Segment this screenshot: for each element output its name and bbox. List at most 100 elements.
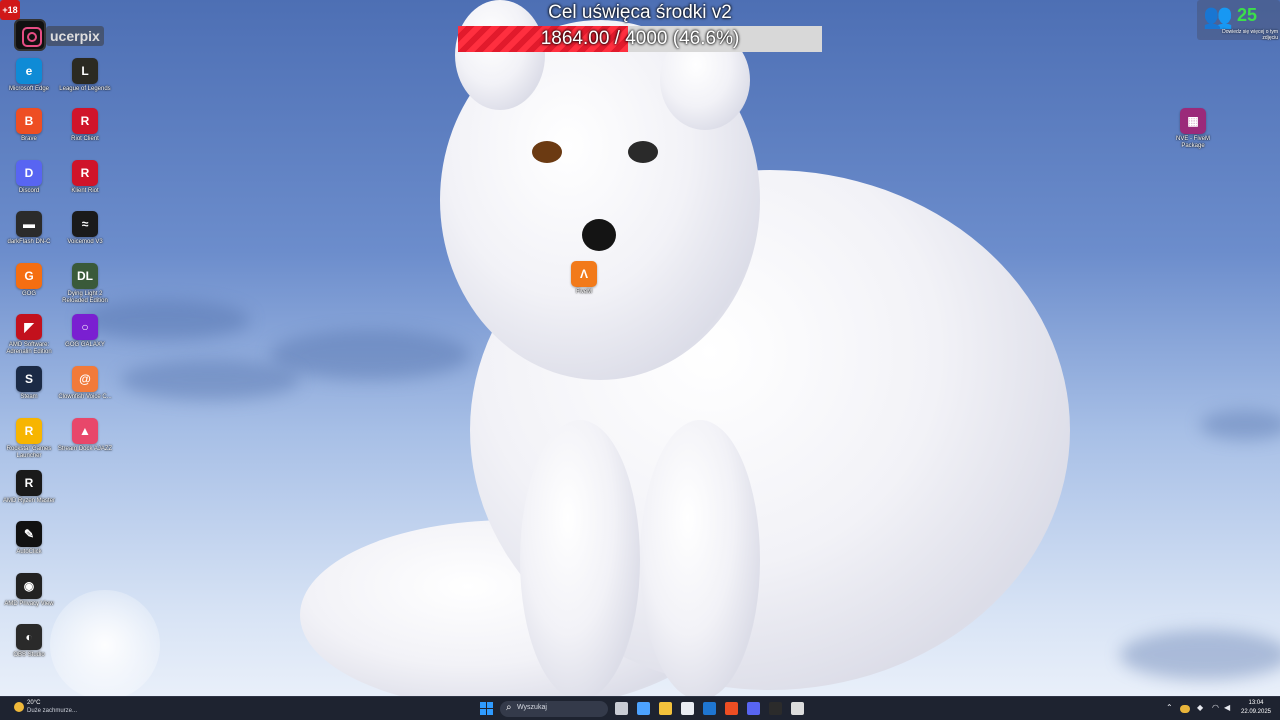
- clock-date: 22.09.2025: [1240, 709, 1272, 715]
- desktop-icon-label: darkFlash DN-C: [7, 239, 51, 245]
- snow-shadow: [270, 330, 470, 380]
- desktop-icon-amd-privacy-view[interactable]: ◉ AMD Privacy View: [1, 573, 57, 608]
- desktop-wallpaper: [0, 0, 1280, 696]
- amd-privacy-view-icon: ◉: [16, 573, 42, 599]
- desktop-icon-darkflash[interactable]: ▬ darkFlash DN-C: [1, 211, 57, 246]
- desktop-icon-label: GOG GALAXY: [65, 342, 105, 348]
- ryzen-master-icon: R: [16, 470, 42, 496]
- tray-app-icon[interactable]: ◆: [1197, 702, 1203, 714]
- desktop-icon-label: OBS Studio: [13, 652, 45, 658]
- discord-icon: D: [16, 160, 42, 186]
- search-placeholder: Wyszukaj: [517, 704, 547, 711]
- desktop-icon-voicemod[interactable]: ≈ Voicemod V3: [57, 211, 113, 246]
- taskbar-copilot-icon[interactable]: [637, 702, 650, 715]
- desktop-icon-obs-studio[interactable]: ◐ OBS Studio: [1, 624, 57, 659]
- streamer-handle: ucerpix: [46, 26, 104, 46]
- windows-logo-icon: [480, 709, 486, 715]
- taskbar-terminal-icon[interactable]: [769, 702, 782, 715]
- desktop-icon-stream-dock[interactable]: ▲ Stream Dock AJAZZ: [57, 418, 113, 453]
- riot-client-icon: R: [72, 108, 98, 134]
- clock-time: 13:04: [1248, 700, 1264, 706]
- steam-icon: S: [16, 366, 42, 392]
- desktop-icon-riot-client[interactable]: R Riot Client: [57, 108, 113, 143]
- desktop-icon-microsoft-edge[interactable]: e Microsoft Edge: [1, 58, 57, 93]
- snow-glow: [50, 590, 160, 696]
- klient-riot-icon: R: [72, 160, 98, 186]
- dying-light-icon: DL: [72, 263, 98, 289]
- taskbar-clock[interactable]: 13:04 22.09.2025: [1236, 699, 1276, 717]
- desktop-icon-label: NVE - FiveM Package: [1175, 136, 1210, 149]
- taskbar-file-explorer-icon[interactable]: [659, 702, 672, 715]
- taskbar-outlook-icon[interactable]: [703, 702, 716, 715]
- desktop-icon-label: Rockstar Games Launcher: [6, 446, 52, 459]
- desktop-icon-label: AutoClick: [16, 549, 42, 555]
- desktop-icon-label: Riot Client: [71, 136, 99, 142]
- desktop-icon-autoclick[interactable]: ✎ AutoClick: [1, 521, 57, 556]
- chevron-up-icon[interactable]: ⌃: [1166, 702, 1173, 714]
- wifi-icon[interactable]: ◠: [1212, 702, 1219, 714]
- age-badge: +18: [0, 0, 20, 20]
- desktop-icon-gog[interactable]: G GOG: [1, 263, 57, 298]
- rockstar-icon: R: [16, 418, 42, 444]
- brave-icon: B: [16, 108, 42, 134]
- desktop-icon-gog-galaxy[interactable]: ○ GOG GALAXY: [57, 314, 113, 349]
- desktop-icon-label: Discord: [18, 188, 40, 194]
- desktop-icon-label: Clownfish Voice C...: [58, 394, 112, 400]
- taskbar-task-view-icon[interactable]: [615, 702, 628, 715]
- weather-temp: 20°C: [27, 700, 41, 706]
- desktop-icon-label: League of Legends: [59, 86, 111, 92]
- snow-shadow: [1200, 410, 1280, 440]
- learn-about-photo-link[interactable]: Dowiedz się więcej o tym zdjęciu: [1222, 29, 1278, 41]
- fox-nose: [582, 219, 616, 251]
- start-button[interactable]: [480, 702, 493, 715]
- amd-software-icon: ◤: [16, 314, 42, 340]
- goal-progress-text: 1864.00 / 4000 (46.6%): [540, 28, 740, 49]
- desktop-icon-label: Microsoft Edge: [8, 86, 50, 92]
- desktop-icon-amd-software[interactable]: ◤ AMD Software: Adrenalin Edition: [1, 314, 57, 356]
- snow-shadow: [1120, 630, 1280, 680]
- weather-icon: [14, 702, 24, 712]
- fox-eye-right: [628, 141, 658, 163]
- taskbar-microsoft-store-icon[interactable]: [681, 702, 694, 715]
- desktop-icon-clownfish[interactable]: @ Clownfish Voice C...: [57, 366, 113, 401]
- fox-leg-left: [520, 420, 640, 696]
- people-icon: 👥: [1203, 3, 1233, 30]
- desktop-icon-label: AMD Ryzen Master: [2, 498, 55, 504]
- taskbar: 20°C Duże zachmurze... ⌕ Wyszukaj ⌃ ◆ ◠ …: [0, 696, 1280, 720]
- goal-title: Cel uświęca środki v2: [548, 2, 732, 23]
- desktop-icon-ryzen-master[interactable]: R AMD Ryzen Master: [1, 470, 57, 505]
- autoclick-icon: ✎: [16, 521, 42, 547]
- windows-logo-icon: [487, 709, 493, 715]
- clownfish-icon: @: [72, 366, 98, 392]
- desktop-icon-label: AMD Privacy View: [4, 601, 54, 607]
- desktop-icon-brave[interactable]: B Brave: [1, 108, 57, 143]
- desktop-icon-klient-riot[interactable]: R Klient Riot: [57, 160, 113, 195]
- fox-leg-right: [640, 420, 760, 696]
- desktop-icon-label: Brave: [21, 136, 37, 142]
- league-of-legends-icon: L: [72, 58, 98, 84]
- desktop-icon-steam[interactable]: S Steam: [1, 366, 57, 401]
- search-icon: ⌕: [506, 702, 512, 713]
- taskbar-search[interactable]: ⌕ Wyszukaj: [500, 701, 608, 717]
- taskbar-discord-icon[interactable]: [747, 702, 760, 715]
- volume-icon[interactable]: ◀: [1224, 702, 1230, 714]
- gog-icon: G: [16, 263, 42, 289]
- desktop-icon-rockstar[interactable]: R Rockstar Games Launcher: [1, 418, 57, 460]
- desktop-icon-nve-package[interactable]: ▦ NVE - FiveM Package: [1165, 108, 1221, 150]
- desktop-icon-label: Voicemod V3: [67, 239, 103, 245]
- taskbar-obs-icon[interactable]: [791, 702, 804, 715]
- desktop-icon-label: Stream Dock AJAZZ: [57, 446, 113, 452]
- tray-app-icon[interactable]: [1180, 705, 1190, 713]
- gog-galaxy-icon: ○: [72, 314, 98, 340]
- desktop-icon-dying-light[interactable]: DL Dying Light 2 Reloaded Edition: [57, 263, 113, 305]
- winrar-archive-icon: ▦: [1180, 108, 1206, 134]
- fivem-icon: Λ: [571, 261, 597, 287]
- taskbar-brave-icon[interactable]: [725, 702, 738, 715]
- desktop-icon-discord[interactable]: D Discord: [1, 160, 57, 195]
- donation-goal: Cel uświęca środki v2 1864.00 / 4000 (46…: [458, 0, 822, 52]
- desktop-icon-league-of-legends[interactable]: L League of Legends: [57, 58, 113, 93]
- desktop-icon-fivem[interactable]: Λ FiveM: [556, 261, 612, 296]
- desktop-icon-label: GOG: [21, 291, 36, 297]
- snow-shadow: [120, 360, 300, 400]
- stream-dock-icon: ▲: [72, 418, 98, 444]
